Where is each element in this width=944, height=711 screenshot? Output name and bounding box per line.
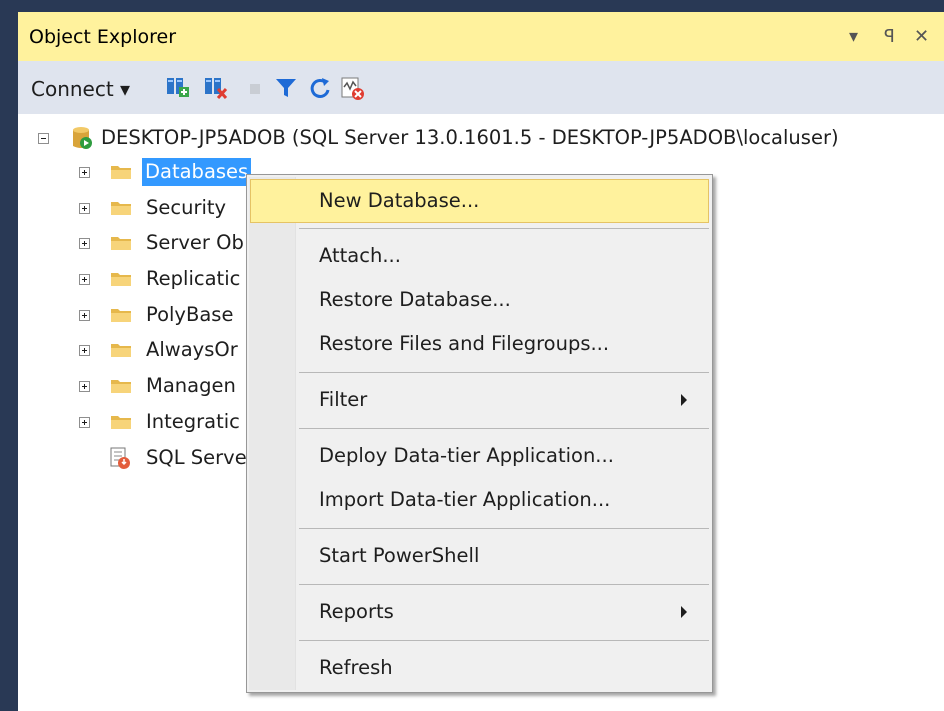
expand-icon[interactable]: [79, 417, 90, 428]
tree-node-label: Server Ob: [146, 231, 244, 254]
expand-icon[interactable]: [79, 274, 90, 285]
menu-item-label: Import Data-tier Application...: [319, 488, 611, 511]
menu-item-label: Deploy Data-tier Application...: [319, 444, 614, 467]
menu-item-label: Start PowerShell: [319, 544, 480, 567]
menu-item-label: Reports: [319, 600, 394, 623]
tree-node-label: SQL Serve: [146, 446, 247, 469]
menu-separator: [299, 228, 709, 229]
context-menu: New Database... Attach... Restore Databa…: [246, 174, 713, 693]
tree-node-label: AlwaysOr: [146, 338, 238, 361]
expand-icon[interactable]: [79, 310, 90, 321]
server-label: DESKTOP-JP5ADOB (SQL Server 13.0.1601.5 …: [101, 126, 839, 149]
sql-agent-icon: [110, 447, 130, 469]
expand-icon[interactable]: [79, 167, 90, 178]
tree-node-label: Replicatic: [146, 267, 241, 290]
menu-item-label: Filter: [319, 388, 368, 411]
submenu-arrow-icon: [681, 394, 687, 406]
folder-icon: [111, 166, 131, 179]
connect-object-explorer-icon[interactable]: [165, 75, 191, 101]
menu-separator: [299, 428, 709, 429]
stop-icon[interactable]: [242, 75, 268, 101]
expand-icon[interactable]: [79, 345, 90, 356]
activity-monitor-icon[interactable]: [339, 75, 365, 101]
menu-separator: [299, 528, 709, 529]
pin-icon[interactable]: ꟼ: [884, 26, 895, 47]
menu-item-start-powershell[interactable]: Start PowerShell: [250, 534, 709, 578]
expand-icon[interactable]: [79, 381, 90, 392]
folder-icon: [111, 416, 131, 429]
menu-item-import-data-tier[interactable]: Import Data-tier Application...: [250, 478, 709, 522]
menu-item-filter[interactable]: Filter: [250, 378, 709, 422]
menu-item-label: Attach...: [319, 244, 401, 267]
submenu-arrow-icon: [681, 606, 687, 618]
folder-icon: [111, 273, 131, 286]
close-icon[interactable]: ✕: [914, 26, 929, 47]
tree-node-label: Integratic: [146, 410, 240, 433]
connect-dropdown-button[interactable]: Connect ▾: [31, 77, 130, 101]
menu-item-label: Restore Files and Filegroups...: [319, 332, 610, 355]
menu-separator: [299, 640, 709, 641]
menu-item-reports[interactable]: Reports: [250, 590, 709, 634]
folder-icon: [111, 202, 131, 215]
menu-item-refresh[interactable]: Refresh: [250, 646, 709, 690]
menu-item-restore-files-filegroups[interactable]: Restore Files and Filegroups...: [250, 322, 709, 366]
expand-icon[interactable]: [79, 238, 90, 249]
object-explorer-toolbar: Connect ▾: [18, 61, 944, 114]
tree-node-label: PolyBase: [146, 303, 234, 326]
menu-item-attach[interactable]: Attach...: [250, 234, 709, 278]
tree-node-label: Security: [146, 196, 227, 219]
tree-node-label: Databases: [142, 158, 252, 186]
tree-node-label: Managen: [146, 374, 236, 397]
collapse-icon[interactable]: [38, 133, 49, 144]
window-position-icon[interactable]: ▾: [849, 26, 858, 47]
filter-icon[interactable]: [273, 75, 299, 101]
disconnect-icon[interactable]: [203, 75, 229, 101]
menu-separator: [299, 372, 709, 373]
menu-item-deploy-data-tier[interactable]: Deploy Data-tier Application...: [250, 434, 709, 478]
menu-separator: [299, 584, 709, 585]
folder-icon: [111, 309, 131, 322]
menu-item-restore-database[interactable]: Restore Database...: [250, 278, 709, 322]
menu-item-label: Refresh: [319, 656, 393, 679]
expand-icon[interactable]: [79, 203, 90, 214]
menu-item-label: New Database...: [319, 189, 480, 212]
panel-title-bar: Object Explorer ▾ ꟼ ✕: [18, 12, 944, 61]
folder-icon: [111, 380, 131, 393]
panel-title: Object Explorer: [29, 26, 177, 48]
refresh-icon[interactable]: [307, 75, 333, 101]
server-icon: [73, 127, 92, 149]
tree-node-server[interactable]: DESKTOP-JP5ADOB (SQL Server 13.0.1601.5 …: [18, 124, 944, 156]
folder-icon: [111, 237, 131, 250]
menu-item-label: Restore Database...: [319, 288, 511, 311]
folder-icon: [111, 344, 131, 357]
menu-item-new-database[interactable]: New Database...: [250, 179, 709, 223]
